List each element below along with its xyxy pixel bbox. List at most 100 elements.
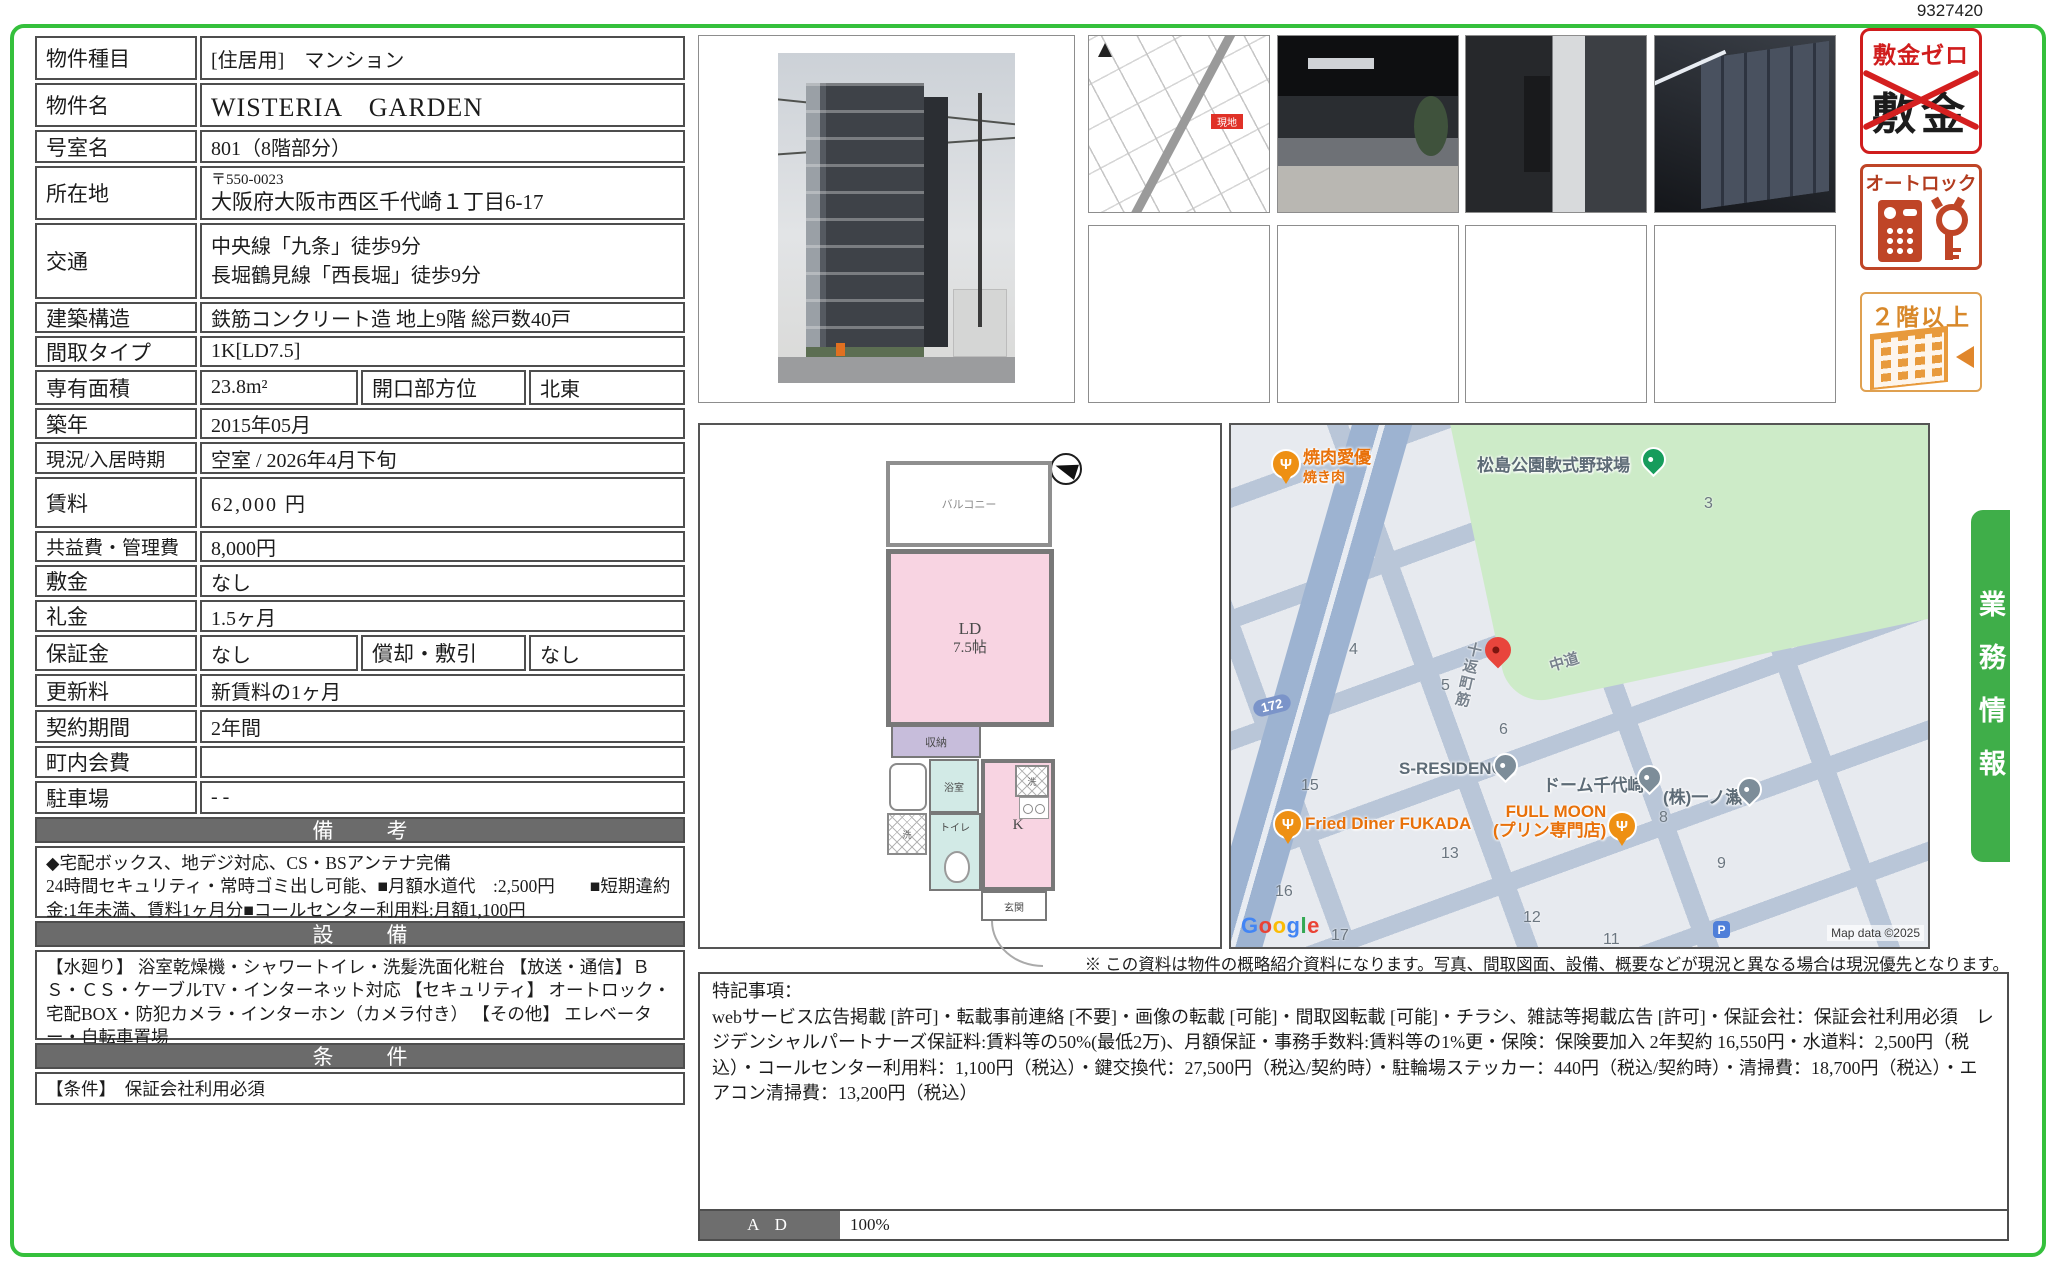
row-value: 23.8m² <box>200 370 358 405</box>
floorplan-kitchen: K 洗 <box>981 759 1055 891</box>
site-marker: 現地 <box>1211 114 1243 129</box>
equipment-header: 設 備 <box>35 921 685 947</box>
row-value: 1K[LD7.5] <box>200 336 685 367</box>
table-row: 更新料 新賃料の1ヶ月 <box>35 674 685 707</box>
block-number: 4 <box>1349 641 1358 659</box>
table-row: 敷金 なし <box>35 565 685 597</box>
entrance-sign <box>1308 58 1374 69</box>
intercom-keypad <box>1885 226 1915 256</box>
stove-burner <box>1035 804 1045 814</box>
toilet-label: トイレ <box>940 819 970 834</box>
traffic-cone <box>836 343 845 356</box>
row-label: 交通 <box>35 223 197 299</box>
building-side <box>924 97 948 347</box>
floorplan-living: LD 7.5帖 <box>886 549 1054 727</box>
row-value: 中央線「九条」徒歩9分 長堀鶴見線「西長堀」徒歩9分 <box>200 223 685 299</box>
building-windows <box>1874 332 1944 387</box>
row-value: WISTERIA GARDEN <box>200 83 685 127</box>
ad-bar: A D 100% <box>700 1209 2007 1239</box>
table-row: 現況/入居時期 空室 / 2026年4月下旬 <box>35 442 685 474</box>
table-row: 契約期間 2年間 <box>35 710 685 743</box>
floorplan-laundry: 洗 <box>887 813 927 855</box>
table-row: 築年 2015年05月 <box>35 408 685 439</box>
photo-empty-slot <box>1465 225 1647 403</box>
row-label: 町内会費 <box>35 746 197 778</box>
row-label: 賃料 <box>35 477 197 528</box>
photo-entrance <box>1277 35 1459 213</box>
table-row: 建築構造 鉄筋コンクリート造 地上9階 総戸数40戸 <box>35 302 685 333</box>
poi-sub: 焼き肉 <box>1303 469 1345 485</box>
floorplan-balcony: バルコニー <box>886 461 1052 547</box>
address-text: 大阪府大阪市西区千代崎１丁目6-17 <box>211 190 544 214</box>
restaurant-pin-icon[interactable]: Ψ <box>1607 811 1637 841</box>
ld-label: LD <box>959 618 982 639</box>
key-icon <box>1931 200 1965 264</box>
table-row: 号室名 801（8階部分） <box>35 130 685 163</box>
row-label: 築年 <box>35 408 197 439</box>
poi-label[interactable]: 焼肉愛優 焼き肉 <box>1303 449 1371 486</box>
block-number: 5 <box>1441 677 1450 695</box>
row-subvalue: なし <box>529 635 685 671</box>
special-notes-title: 特記事項： <box>712 979 1995 1005</box>
row-sublabel: 開口部方位 <box>361 370 526 405</box>
logo-letter: o <box>1273 913 1287 938</box>
table-row: 専有面積 23.8m² 開口部方位 北東 <box>35 370 685 405</box>
row-label: 所在地 <box>35 166 197 220</box>
table-row: 町内会費 <box>35 746 685 778</box>
remarks-text: ◆宅配ボックス、地デジ対応、CS・BSアンテナ完備 24時間セキュリティ・常時ゴ… <box>35 846 685 918</box>
autolock-title: オートロック <box>1863 170 1979 196</box>
rent-value: 62,000 円 <box>200 477 685 528</box>
block-number: 8 <box>1659 809 1668 827</box>
logo-letter: e <box>1307 913 1320 938</box>
stove-burner <box>1023 804 1033 814</box>
poi-label[interactable]: ドーム千代崎 <box>1543 771 1645 796</box>
floorplan-entrance: 玄関 <box>981 891 1047 921</box>
table-row: 物件種目 [住居用] マンション <box>35 36 685 80</box>
autolock-icons <box>1863 200 1979 264</box>
table-row: 保証金 なし 償却・敷引 なし <box>35 635 685 671</box>
row-value: 新賃料の1ヶ月 <box>200 674 685 707</box>
block-number: 3 <box>1704 495 1713 513</box>
block-number: 13 <box>1441 845 1459 863</box>
floorplan-toilet: トイレ <box>929 813 981 891</box>
kitchen-label: K <box>1013 817 1024 834</box>
poi-label[interactable]: Fried Diner FUKADA <box>1305 815 1471 834</box>
row-label: 敷金 <box>35 565 197 597</box>
row-subvalue: 北東 <box>529 370 685 405</box>
badge-no-deposit: 敷金ゼロ 敷金 <box>1860 28 1982 154</box>
poi-label[interactable]: FULL MOON (プリン専門店) <box>1493 803 1606 840</box>
parking-icon[interactable]: P <box>1713 921 1730 938</box>
property-sheet: 9327420 物件種目 [住居用] マンション 物件名 WISTERIA GA… <box>0 0 2056 1265</box>
special-notes: 特記事項： webサービス広告掲載 [許可]・転載事前連絡 [不要]・画像の転載… <box>700 974 2007 1107</box>
badge-second-floor-up: ２階以上 <box>1860 292 1982 392</box>
mailbox-grid <box>1701 41 1829 209</box>
row-value: 鉄筋コンクリート造 地上9階 総戸数40戸 <box>200 302 685 333</box>
no-deposit-crossed-text: 敷金 <box>1863 78 1979 142</box>
compass-needle <box>1053 458 1079 480</box>
table-row: 交通 中央線「九条」徒歩9分 長堀鶴見線「西長堀」徒歩9分 <box>35 223 685 299</box>
photo-elevator-hall <box>1465 35 1647 213</box>
restaurant-pin-icon[interactable]: Ψ <box>1273 809 1303 839</box>
business-info-tab[interactable]: 業務情報 <box>1971 510 2010 862</box>
poi-sub: (プリン専門店) <box>1493 821 1606 840</box>
row-value: 2年間 <box>200 710 685 743</box>
poi-label[interactable]: 松島公園軟式野球場 <box>1477 451 1630 476</box>
floorplan-bathroom: 浴室 <box>929 759 979 813</box>
no-deposit-title: 敷金ゼロ <box>1863 36 1979 70</box>
row-label: 共益費・管理費 <box>35 531 197 562</box>
logo-letter: o <box>1259 913 1273 938</box>
row-value: 〒550-0023 大阪府大阪市西区千代崎１丁目6-17 <box>200 166 685 220</box>
row-label: 更新料 <box>35 674 197 707</box>
poi-label[interactable]: (株)一ノ瀬 <box>1663 783 1742 808</box>
row-value: 1.5ヶ月 <box>200 600 685 632</box>
toilet-bowl <box>944 851 970 883</box>
kitchen-stove <box>1019 797 1049 819</box>
ad-value: 100% <box>840 1211 2007 1239</box>
restaurant-pin-icon[interactable]: Ψ <box>1271 449 1301 479</box>
location-map[interactable]: Ψ 焼肉愛優 焼き肉 松島公園軟式野球場 S-RESIDENCE ドーム千代崎 … <box>1229 423 1930 949</box>
left-arrow-icon <box>1956 346 1974 368</box>
key-stem <box>1945 232 1953 260</box>
building-facade <box>806 83 924 347</box>
entrance-plant <box>1414 96 1448 156</box>
row-value: 空室 / 2026年4月下旬 <box>200 442 685 474</box>
